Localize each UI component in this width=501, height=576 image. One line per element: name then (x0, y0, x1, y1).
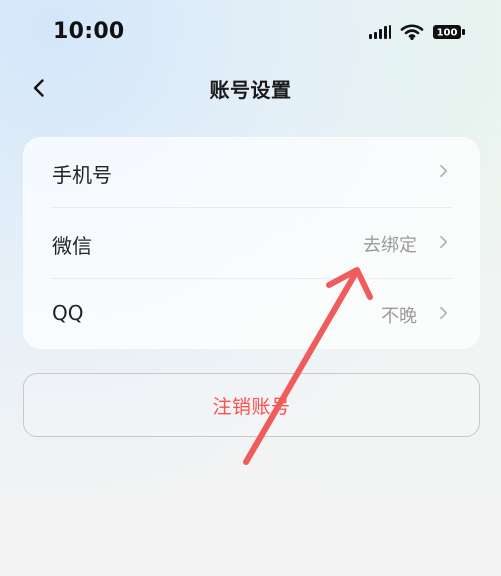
row-divider (51, 278, 452, 279)
delete-account-button[interactable]: 注销账号 (23, 373, 480, 437)
signal-icon (369, 25, 391, 39)
setting-label-wechat: 微信 (52, 234, 92, 258)
battery-icon: 100 (433, 25, 465, 39)
chevron-right-icon (440, 306, 448, 320)
wifi-icon (400, 24, 424, 40)
setting-value-wechat: 去绑定 (363, 235, 417, 256)
row-divider (51, 207, 452, 208)
settings-card: 手机号 微信 去绑定 QQ 不晚 (23, 137, 480, 349)
chevron-right-icon (440, 235, 448, 249)
setting-value-qq: 不晚 (381, 306, 417, 327)
setting-row-wechat[interactable]: 微信 去绑定 (23, 208, 480, 278)
setting-row-phone[interactable]: 手机号 (23, 137, 480, 207)
status-icons: 100 (368, 23, 466, 41)
setting-row-qq[interactable]: QQ 不晚 (23, 279, 480, 349)
status-bar: 10:00 100 (0, 0, 501, 64)
setting-label-phone: 手机号 (52, 163, 112, 187)
account-settings-screen: 10:00 100 账号设置 手机号 微信 去绑定 QQ 不晚 注销账号 (0, 0, 501, 576)
chevron-right-icon (440, 164, 448, 178)
navigation-bar: 账号设置 (0, 64, 501, 112)
setting-label-qq: QQ (52, 301, 84, 325)
page-title: 账号设置 (209, 78, 292, 102)
status-time: 10:00 (53, 19, 125, 44)
battery-level-text: 100 (437, 28, 458, 39)
